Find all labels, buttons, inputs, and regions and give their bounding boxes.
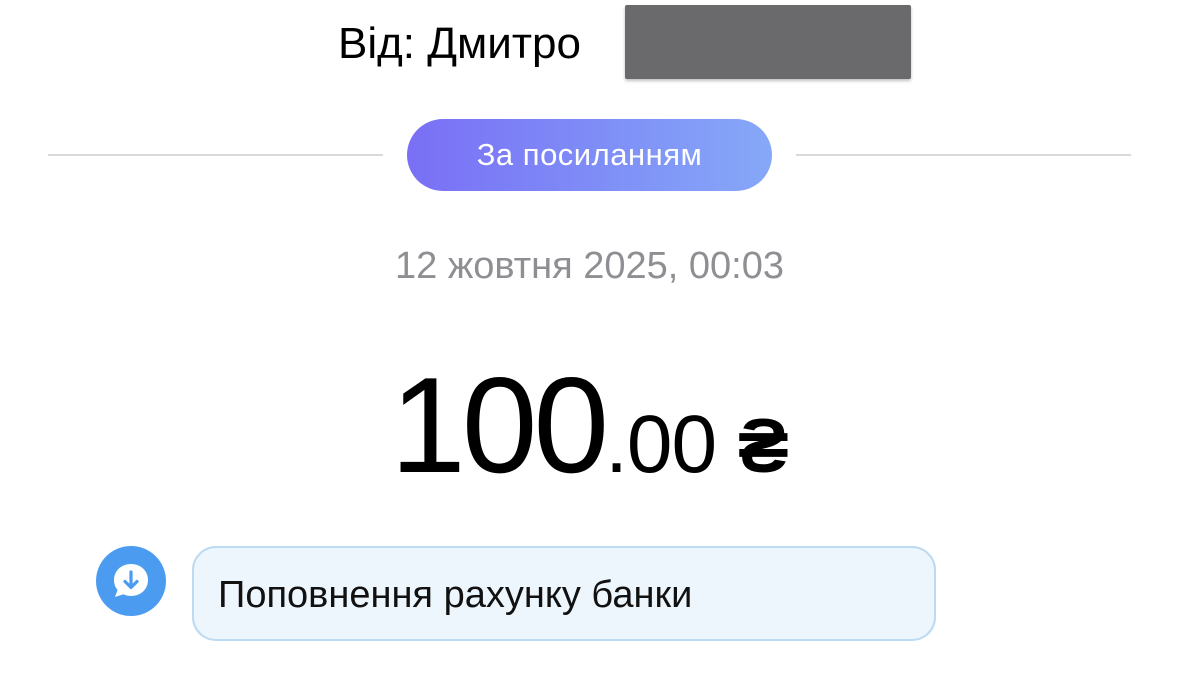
currency-symbol: ₴ <box>738 404 789 489</box>
transfer-type-row: За посиланням <box>0 119 1179 191</box>
sender-row: Від: Дмитро <box>0 0 1179 90</box>
transaction-datetime: 12 жовтня 2025, 00:03 <box>395 245 784 287</box>
speech-bubble-arrow-icon <box>114 564 148 597</box>
divider-left <box>48 154 383 156</box>
comment-bubble: Поповнення рахунку банки <box>192 546 936 641</box>
sender-label: Від: Дмитро <box>338 19 581 68</box>
transaction-amount: 100.00 ₴ <box>0 345 1179 548</box>
divider-right <box>796 154 1131 156</box>
comment-text: Поповнення рахунку банки <box>218 574 693 616</box>
transfer-type-badge: За посиланням <box>407 119 772 191</box>
amount-decimal: .00 <box>605 399 717 490</box>
download-comment-icon <box>96 546 166 616</box>
amount-integer: 100 <box>390 349 609 501</box>
redacted-sender-name <box>625 5 911 79</box>
